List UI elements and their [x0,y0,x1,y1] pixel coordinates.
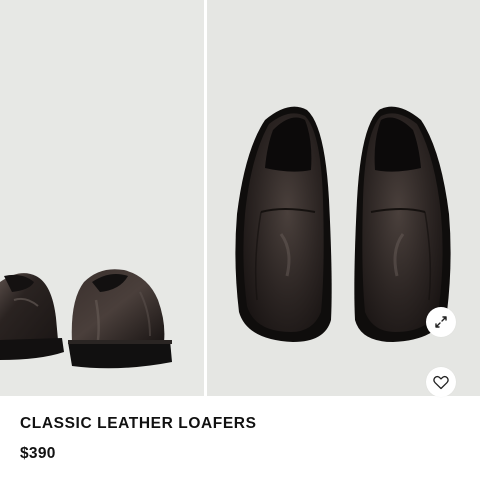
heart-icon [433,375,449,389]
product-price: $390 [20,445,56,462]
product-gallery [0,0,480,396]
expand-icon [435,316,447,328]
expand-image-button[interactable] [426,307,456,337]
product-info: CLASSIC LEATHER LOAFERS $390 [20,414,257,464]
product-title[interactable]: CLASSIC LEATHER LOAFERS [20,414,257,434]
add-to-wishlist-button[interactable] [426,367,456,397]
loafers-back-image [0,269,172,369]
product-image-back[interactable] [0,0,204,396]
